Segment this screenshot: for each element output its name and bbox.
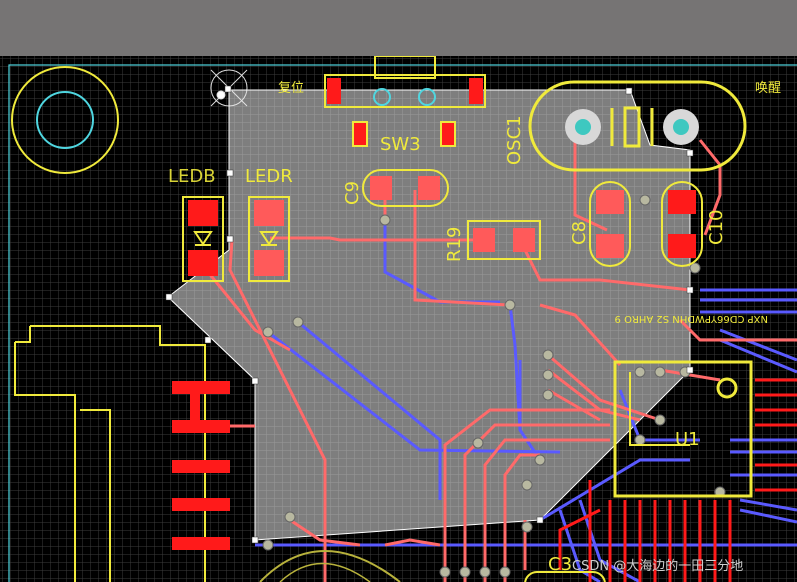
sw3-designator: SW3 (380, 134, 421, 155)
pcb-canvas[interactable]: SW3 复位 唤醒 OSC1 C9 LEDB LEDR R19 C8 C10 N… (0, 56, 797, 582)
r19-designator: R19 (444, 227, 465, 262)
window-title-bar (0, 0, 797, 56)
ledb-designator: LEDB (168, 166, 216, 187)
c9-designator: C9 (342, 181, 363, 205)
reset-label: 复位 (278, 81, 304, 96)
ledr-designator: LEDR (245, 166, 293, 187)
c10-designator: C10 (706, 210, 727, 245)
watermark: CSDN @大海边的一田三分地 (572, 558, 743, 574)
u1-designator: U1 (675, 429, 700, 450)
chip-marking: NXP CD66YPWDHN S2 AHRO 9 (615, 313, 768, 324)
osc1-designator: OSC1 (504, 115, 525, 165)
c8-designator: C8 (569, 221, 590, 245)
wake-label: 唤醒 (755, 81, 781, 96)
c3-designator: C3 (548, 554, 572, 575)
